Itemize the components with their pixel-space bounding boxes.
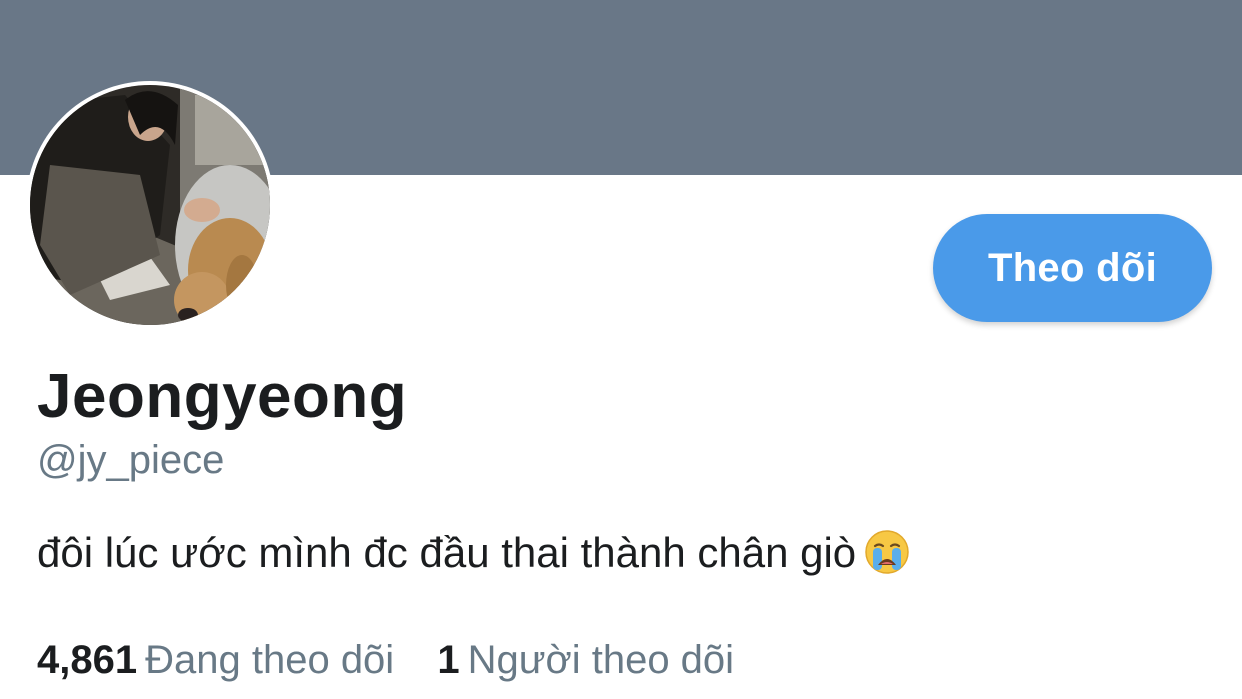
- following-label: Đang theo dõi: [145, 638, 395, 682]
- bio-text: đôi lúc ước mình đc đầu thai thành chân …: [37, 529, 857, 576]
- following-count: 4,861: [37, 638, 138, 682]
- following-stat[interactable]: 4,861 Đang theo dõi: [37, 636, 394, 684]
- follow-button[interactable]: Theo dõi: [933, 214, 1212, 322]
- followers-count: 1: [437, 638, 460, 682]
- followers-stat[interactable]: 1 Người theo dõi: [437, 636, 734, 684]
- profile-handle: @jy_piece: [37, 438, 225, 482]
- profile-display-name: Jeongyeong: [37, 362, 408, 431]
- avatar[interactable]: [26, 81, 274, 329]
- profile-bio: đôi lúc ước mình đc đầu thai thành chân …: [37, 526, 910, 588]
- avatar-photo: [30, 85, 270, 325]
- followers-label: Người theo dõi: [467, 638, 735, 682]
- crying-face-emoji-icon: [864, 529, 910, 588]
- profile-stats: 4,861 Đang theo dõi 1 Người theo dõi: [37, 636, 734, 684]
